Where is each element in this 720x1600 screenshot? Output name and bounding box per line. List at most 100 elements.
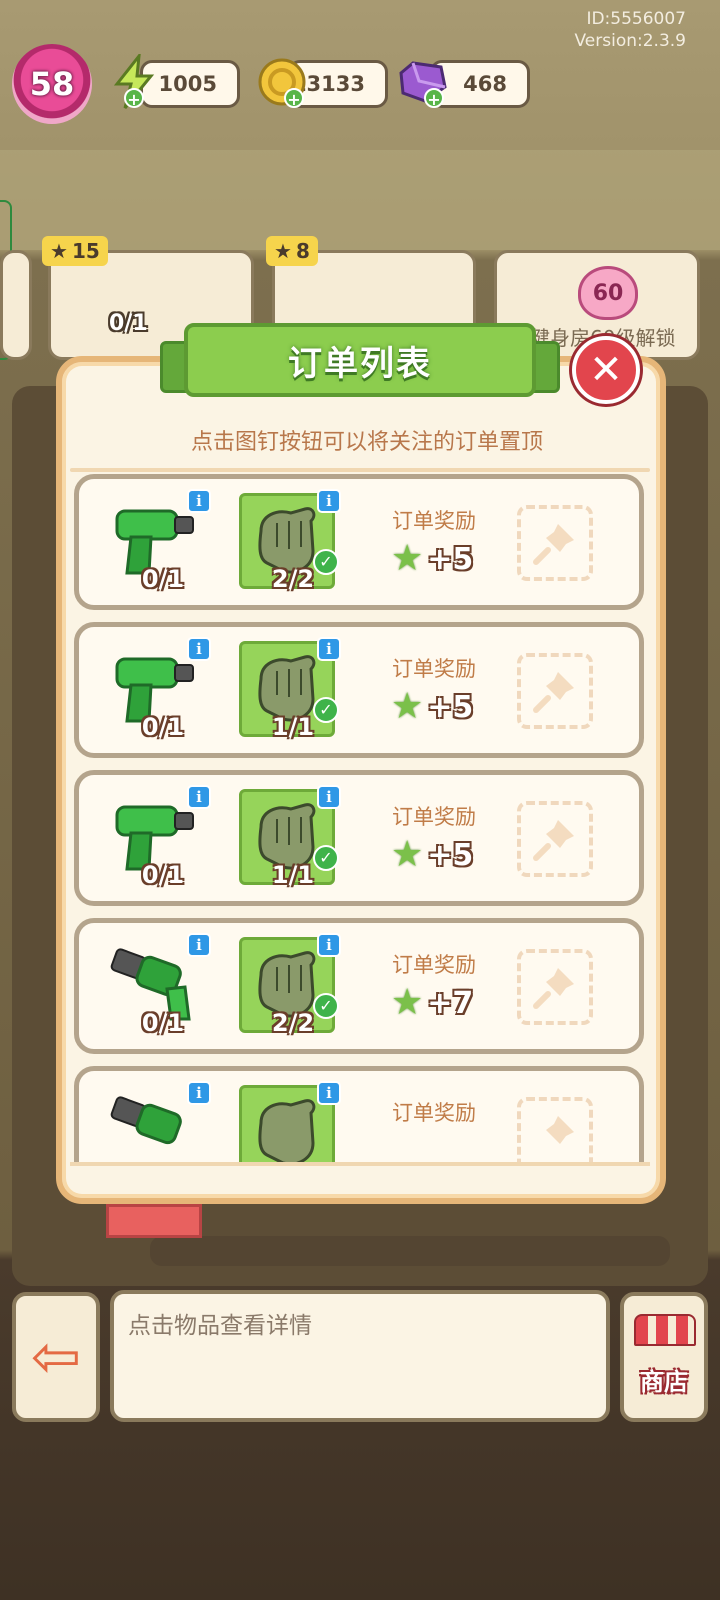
pin-button[interactable]: [517, 801, 593, 877]
star-icon: ★: [391, 686, 424, 727]
order-item-drill[interactable]: i 0/1: [109, 785, 211, 889]
info-icon[interactable]: i: [187, 785, 211, 809]
item-count: 0/1: [141, 565, 185, 593]
corded-drill-icon: [110, 1096, 182, 1145]
pin-icon: [546, 1116, 574, 1144]
reward-label: 订单奖励: [392, 657, 476, 681]
bg-order-star-badge-2: ★ 8: [266, 236, 318, 266]
order-item-corded-drill[interactable]: i: [109, 1081, 211, 1164]
order-row[interactable]: i 0/1 i ✓ 1/1 订单奖励 ★ +5: [74, 622, 644, 758]
item-count: 2/2: [271, 565, 315, 593]
item-count: 1/1: [271, 861, 315, 889]
star-icon: ★: [391, 982, 424, 1023]
pin-button[interactable]: [517, 1097, 593, 1164]
bg-order-star-badge-1: ★ 15: [42, 236, 108, 266]
order-item-corded-drill[interactable]: i 0/1: [109, 933, 211, 1037]
info-icon[interactable]: i: [317, 933, 341, 957]
level-badge[interactable]: 58: [12, 44, 92, 124]
order-row[interactable]: i 0/1 i ✓ 1/1 订单奖励 ★ +5: [74, 770, 644, 906]
shop-icon: [634, 1314, 696, 1346]
info-icon[interactable]: i: [187, 933, 211, 957]
gem-icon: [392, 52, 452, 112]
pin-icon: [533, 820, 574, 861]
version-label: Version:2.3.9: [574, 31, 687, 51]
hint-divider: [70, 468, 650, 472]
shop-label: 商店: [640, 1368, 688, 1396]
order-item-gloves[interactable]: i ✓ 2/2: [239, 489, 341, 593]
pin-hint-text: 点击图钉按钮可以将关注的订单置顶: [190, 430, 543, 455]
item-count: 2/2: [271, 1009, 315, 1037]
reward-label: 订单奖励: [392, 953, 476, 977]
star-icon: ★: [391, 538, 424, 579]
star-icon: ★: [274, 239, 292, 263]
order-row[interactable]: i 0/1 i ✓ 2/2 订单奖励 ★ +7: [74, 918, 644, 1054]
bg-order-progress: 0/1: [109, 311, 148, 336]
reward: ★ +5: [391, 837, 473, 873]
item-count: 0/1: [141, 861, 185, 889]
order-item-drill[interactable]: i 0/1: [109, 637, 211, 741]
reward-amount: +7: [427, 985, 474, 1021]
info-icon[interactable]: i: [187, 1081, 211, 1105]
info-icon[interactable]: i: [317, 489, 341, 513]
info-icon[interactable]: i: [317, 637, 341, 661]
order-item-drill[interactable]: i 0/1: [109, 489, 211, 593]
pin-button[interactable]: [517, 653, 593, 729]
build-info: ID:5556007 Version:2.3.9: [575, 8, 687, 52]
order-item-gloves[interactable]: i ✓ 2/2: [239, 933, 341, 1037]
item-count: 1/1: [271, 713, 315, 741]
background-shelf: [0, 150, 720, 250]
order-row[interactable]: i 0/1 i ✓ 2/2 订单奖励 ★ +5: [74, 474, 644, 610]
modal-title-ribbon: 订单列表: [160, 323, 560, 399]
order-list[interactable]: i 0/1 i ✓ 2/2 订单奖励 ★ +5 i 0/1 i ✓ 1/1 订单…: [68, 474, 654, 1164]
gem-value: 468: [463, 72, 507, 96]
reward-label: 订单奖励: [392, 1101, 476, 1125]
star-icon: ★: [391, 834, 424, 875]
info-icon[interactable]: i: [187, 489, 211, 513]
reward: ★ +5: [391, 541, 473, 577]
item-detail-placeholder: 点击物品查看详情: [128, 1313, 312, 1339]
exit-icon: ⇦: [30, 1322, 82, 1392]
coin-plus-icon[interactable]: +: [284, 88, 304, 109]
reward: ★ +7: [391, 985, 473, 1021]
reward-amount: +5: [427, 837, 474, 873]
item-count: 0/1: [141, 713, 185, 741]
pin-button[interactable]: [517, 949, 593, 1025]
reward-label: 订单奖励: [392, 805, 476, 829]
close-button[interactable]: ✕: [572, 336, 640, 404]
info-icon[interactable]: i: [317, 785, 341, 809]
modal-title: 订单列表: [184, 323, 536, 397]
order-row[interactable]: i i 订单奖励: [74, 1066, 644, 1164]
player-id: ID:5556007: [586, 9, 686, 29]
reward-label: 订单奖励: [392, 509, 476, 533]
pin-icon: [533, 968, 574, 1009]
reward: ★ +5: [391, 689, 473, 725]
energy-value: 1005: [158, 72, 217, 96]
item-detail-box: 点击物品查看详情: [110, 1290, 610, 1422]
order-item-gloves[interactable]: i ✓ 1/1: [239, 785, 341, 889]
coin-icon: [252, 52, 312, 112]
pin-icon: [533, 524, 574, 565]
order-item-gloves[interactable]: i ✓ 1/1: [239, 637, 341, 741]
reward-amount: +5: [427, 541, 474, 577]
order-item-gloves[interactable]: i: [239, 1081, 341, 1164]
energy-plus-icon[interactable]: +: [124, 88, 144, 109]
shop-button[interactable]: 商店: [620, 1292, 708, 1422]
info-icon[interactable]: i: [317, 1081, 341, 1105]
glove-icon: [258, 1099, 316, 1164]
info-icon[interactable]: i: [187, 637, 211, 661]
gem-plus-icon[interactable]: +: [424, 88, 444, 109]
locked-level-heart: 60: [578, 266, 638, 320]
pin-button[interactable]: [517, 505, 593, 581]
bookmark-ribbon: [106, 1204, 202, 1238]
board-bottom-items: [150, 1236, 670, 1266]
star-icon: ★: [50, 239, 68, 263]
close-icon: ✕: [589, 347, 623, 393]
pin-icon: [533, 672, 574, 713]
item-count: 0/1: [141, 1009, 185, 1037]
bg-order-card-left: [0, 250, 32, 360]
list-bottom-divider: [70, 1162, 650, 1166]
bg-order-stars-1: 15: [71, 239, 100, 263]
reward-amount: +5: [427, 689, 474, 725]
bg-order-stars-2: 8: [295, 239, 310, 263]
exit-button[interactable]: ⇦: [12, 1292, 100, 1422]
